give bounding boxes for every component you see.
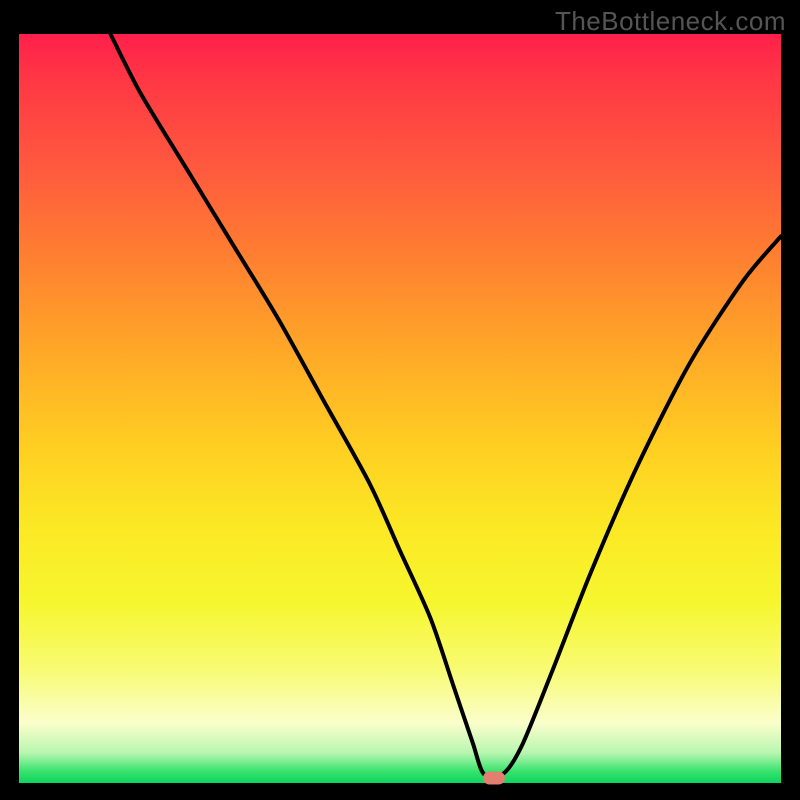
chart-frame: TheBottleneck.com: [0, 0, 800, 800]
optimal-marker: [483, 772, 505, 785]
bottleneck-curve: [19, 34, 781, 783]
plot-area: [19, 34, 781, 783]
watermark-label: TheBottleneck.com: [555, 6, 786, 37]
